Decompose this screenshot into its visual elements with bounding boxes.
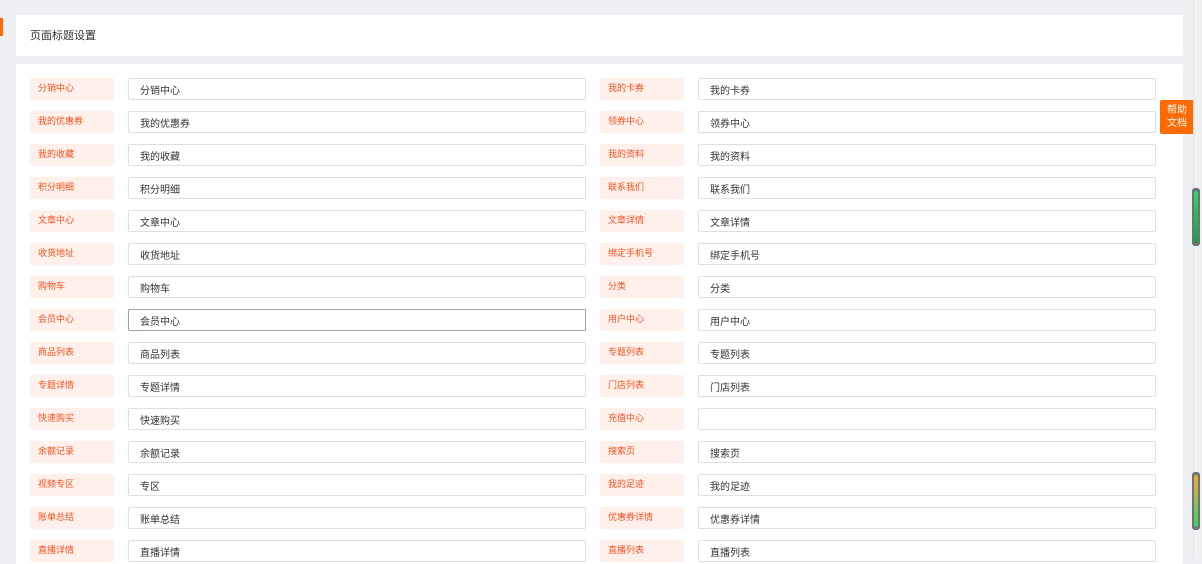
field-label: 专题列表 (600, 342, 684, 364)
field-label: 我的足迹 (600, 474, 684, 496)
field-input[interactable] (698, 78, 1156, 100)
field-input[interactable] (128, 507, 586, 529)
field-input[interactable] (128, 375, 586, 397)
field-input[interactable] (698, 375, 1156, 397)
field-label: 领券中心 (600, 111, 684, 133)
field-label: 我的优惠券 (30, 111, 114, 133)
field-input[interactable] (698, 210, 1156, 232)
field-label: 优惠券详情 (600, 507, 684, 529)
field-input[interactable] (128, 276, 586, 298)
field-label: 绑定手机号 (600, 243, 684, 265)
field-input[interactable] (128, 144, 586, 166)
field-label: 充值中心 (600, 408, 684, 430)
field-input[interactable] (698, 309, 1156, 331)
field-label: 我的收藏 (30, 144, 114, 166)
help-docs-button[interactable]: 帮助 文档 (1160, 100, 1194, 134)
field-label: 分类 (600, 276, 684, 298)
field-label: 用户中心 (600, 309, 684, 331)
help-docs-line2: 文档 (1167, 118, 1187, 129)
page-title-settings-form: 分销中心 我的卡券我的优惠券 领券中心我的收藏 我的资料积分明细 联系我们文章中心 文章详… (16, 64, 1183, 564)
scrollbar-thumb[interactable] (1192, 188, 1200, 246)
field-label: 分销中心 (30, 78, 114, 100)
field-label: 账单总结 (30, 507, 114, 529)
field-input[interactable] (128, 441, 586, 463)
scrollbar-thumb-secondary[interactable] (1192, 472, 1200, 530)
field-input[interactable] (128, 243, 586, 265)
field-input[interactable] (698, 507, 1156, 529)
field-input[interactable] (698, 111, 1156, 133)
page-title-card: 页面标题设置 (16, 15, 1183, 56)
field-input[interactable] (128, 474, 586, 496)
field-label: 商品列表 (30, 342, 114, 364)
field-input[interactable] (698, 177, 1156, 199)
field-input[interactable] (698, 441, 1156, 463)
field-input[interactable] (698, 144, 1156, 166)
field-input[interactable] (128, 408, 586, 430)
field-input[interactable] (698, 474, 1156, 496)
field-input[interactable] (128, 342, 586, 364)
help-docs-line1: 帮助 (1167, 105, 1187, 116)
field-input[interactable] (128, 78, 586, 100)
field-label: 购物车 (30, 276, 114, 298)
field-label: 门店列表 (600, 375, 684, 397)
page-title: 页面标题设置 (30, 29, 96, 42)
field-input[interactable] (698, 408, 1156, 430)
field-label: 专题详情 (30, 375, 114, 397)
field-input[interactable] (698, 243, 1156, 265)
field-label: 视频专区 (30, 474, 114, 496)
field-label: 积分明细 (30, 177, 114, 199)
field-label: 我的资料 (600, 144, 684, 166)
field-label: 会员中心 (30, 309, 114, 331)
field-label: 联系我们 (600, 177, 684, 199)
field-input[interactable] (698, 342, 1156, 364)
field-input[interactable] (128, 309, 586, 331)
field-label: 搜索页 (600, 441, 684, 463)
field-input[interactable] (128, 111, 586, 133)
field-label: 文章详情 (600, 210, 684, 232)
field-input[interactable] (698, 276, 1156, 298)
field-input[interactable] (128, 210, 586, 232)
field-label: 余额记录 (30, 441, 114, 463)
active-nav-indicator (0, 18, 3, 36)
field-input[interactable] (128, 177, 586, 199)
field-label: 收货地址 (30, 243, 114, 265)
field-label: 我的卡券 (600, 78, 684, 100)
field-label: 文章中心 (30, 210, 114, 232)
field-label: 快速购买 (30, 408, 114, 430)
